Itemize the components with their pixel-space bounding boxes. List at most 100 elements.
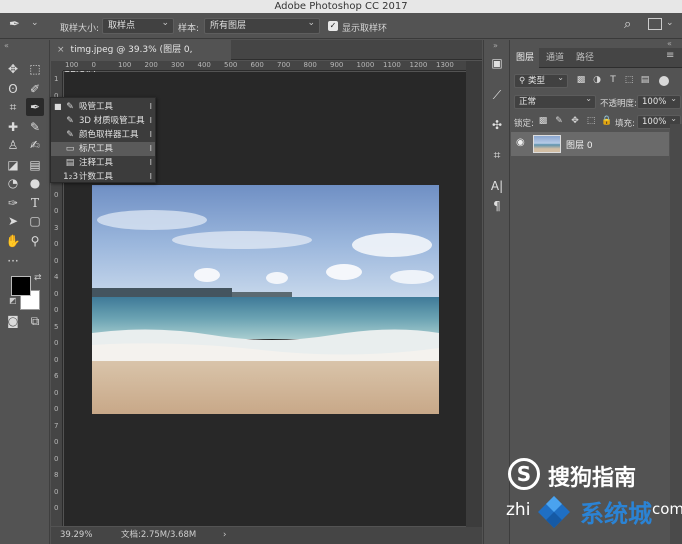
healing-brush-icon[interactable]: ✚ xyxy=(4,118,22,136)
marquee-tool-icon[interactable]: ⬚ xyxy=(26,60,44,78)
zoom-tool-icon[interactable]: ⚲ xyxy=(26,232,44,250)
default-colors-icon[interactable]: ◩ xyxy=(9,296,17,305)
windows-logo-icon xyxy=(534,492,574,532)
clone-stamp-icon[interactable]: ♙ xyxy=(4,136,22,154)
close-icon[interactable]: × xyxy=(57,45,65,55)
move-tool-icon[interactable]: ✥ xyxy=(4,60,22,78)
eyedropper-preset-icon[interactable]: ✒ xyxy=(9,17,20,32)
quick-mask-icon[interactable]: ◙ xyxy=(4,312,22,330)
tab-paths[interactable]: 路径 xyxy=(571,48,599,68)
smart-object-filter-icon[interactable]: ▤ xyxy=(639,75,651,85)
count-icon: 1₂3 xyxy=(63,172,79,182)
character-icon[interactable]: A| xyxy=(488,177,506,195)
puzzle-icon[interactable]: ✣ xyxy=(488,116,506,134)
ruler-tick-label: 0 xyxy=(54,405,59,413)
quick-select-tool-icon[interactable]: ✐ xyxy=(26,80,44,98)
adjustment-filter-icon[interactable]: ◑ xyxy=(591,75,603,85)
gradient-tool-icon[interactable]: ▤ xyxy=(26,156,44,174)
swap-colors-icon[interactable]: ⇄ xyxy=(34,273,42,283)
lock-transparent-icon[interactable]: ▩ xyxy=(537,116,549,126)
horizontal-ruler[interactable]: 100 0 100 200 300 400 500 600 700 800 900 1000 1100 1… xyxy=(63,61,466,71)
ruler-tick-label: 6 xyxy=(54,372,59,380)
panel-scrollbar[interactable] xyxy=(670,124,682,544)
color-sampler-icon: ✎ xyxy=(66,130,74,140)
search-icon: ⚲ xyxy=(519,76,528,86)
tab-layers[interactable]: 图层 xyxy=(511,48,540,68)
tab-channels[interactable]: 通道 xyxy=(541,48,569,68)
paragraph-icon[interactable]: ¶ xyxy=(488,197,506,215)
filter-toggle-icon[interactable] xyxy=(659,76,669,86)
search-icon[interactable]: ⌕ xyxy=(624,17,631,32)
crop-panel-icon[interactable]: ⌗ xyxy=(488,146,506,164)
chevron-down-icon[interactable]: ⌄ xyxy=(31,18,39,28)
panel-menu-icon[interactable]: ≡ xyxy=(666,50,674,61)
blend-mode-dropdown[interactable]: 正常 xyxy=(514,93,596,109)
ruler-tick-label: 0 xyxy=(54,207,59,215)
ruler-tick-label: 0 xyxy=(91,61,96,69)
type-filter-icon[interactable]: T xyxy=(607,75,619,85)
window-title: Adobe Photoshop CC 2017 xyxy=(0,0,682,13)
visibility-eye-icon[interactable]: ◉ xyxy=(516,137,525,148)
lock-position-icon[interactable]: ✥ xyxy=(569,116,581,126)
lock-artboard-icon[interactable]: ⬚ xyxy=(585,116,597,126)
layer-name[interactable]: 图层 0 xyxy=(566,138,593,151)
status-menu-icon[interactable]: › xyxy=(223,527,226,544)
blur-tool-icon[interactable]: ◔ xyxy=(4,174,22,192)
watermark-brand: 系统城 xyxy=(580,500,652,528)
flyout-item[interactable]: ✎ 颜色取样器工具 I xyxy=(51,128,155,142)
hand-tool-icon[interactable]: ✋ xyxy=(4,232,22,250)
collapse-icon[interactable]: « xyxy=(4,41,9,50)
ruler-tick-label: 1100 xyxy=(383,61,401,69)
ruler-tick-label: 7 xyxy=(54,421,59,430)
zoom-level[interactable]: 39.29% xyxy=(60,527,92,544)
ruler-tick-label: 0 xyxy=(54,306,59,314)
collapse-icon[interactable]: « xyxy=(667,39,672,48)
document-tab[interactable]: ×timg.jpeg @ 39.3% (图层 0, RGB/8#) * xyxy=(51,40,231,75)
tools-panel: « ✥ ⬚ ʘ ✐ ⌗ ✒ ✚ ✎ ♙ ✍ ◪ ▤ ◔ ● ✑ T ➤ ▢ ✋ … xyxy=(0,40,50,544)
lasso-tool-icon[interactable]: ʘ xyxy=(4,80,22,98)
workspace-chevron-icon[interactable]: ⌄ xyxy=(666,18,674,28)
eyedropper-tool-icon[interactable]: ✒ xyxy=(26,98,44,116)
watermark-url-prefix: zhi xyxy=(506,500,531,520)
flyout-item[interactable]: 1₂3 计数工具 I xyxy=(51,170,155,184)
eraser-tool-icon[interactable]: ◪ xyxy=(4,156,22,174)
ruler-tick-label: 8 xyxy=(54,471,59,479)
flyout-item[interactable]: ✎ 3D 材质吸管工具 I xyxy=(51,114,155,128)
libraries-icon[interactable]: ▣ xyxy=(488,54,506,72)
flyout-item[interactable]: ▭ 标尺工具 I xyxy=(51,142,155,156)
layer-filter-dropdown[interactable]: ⚲ 类型 xyxy=(514,72,568,88)
sogou-watermark: S 搜狗指南 xyxy=(506,456,666,496)
beach-photo[interactable] xyxy=(92,185,439,414)
vertical-scrollbar[interactable] xyxy=(466,61,482,527)
sample-size-dropdown[interactable]: 取样点 xyxy=(102,16,174,34)
layer-row[interactable]: ◉ 图层 0 xyxy=(511,132,669,156)
xitongcheng-watermark: zhi 系统城 com xyxy=(506,492,682,534)
pixel-filter-icon[interactable]: ▩ xyxy=(575,75,587,85)
lock-image-icon[interactable]: ✎ xyxy=(553,116,565,126)
options-bar: ✒ ⌄ 取样大小: 取样点 样本: 所有图层 ✓ 显示取样环 ⌕ ⌄ xyxy=(0,13,682,39)
dodge-tool-icon[interactable]: ● xyxy=(26,174,44,192)
adjustments-icon[interactable]: ⟋ xyxy=(488,86,506,104)
flyout-item[interactable]: ■ ✎ 吸管工具 I xyxy=(51,100,155,114)
opacity-input[interactable]: 100% xyxy=(637,93,681,109)
more-tools-icon[interactable]: ··· xyxy=(4,252,22,270)
ruler-tick-label: 0 xyxy=(54,438,59,446)
shape-filter-icon[interactable]: ⬚ xyxy=(623,75,635,85)
screen-mode-icon[interactable]: ⧉ xyxy=(26,312,44,330)
sample-dropdown[interactable]: 所有图层 xyxy=(204,16,320,34)
collapse-icon[interactable]: » xyxy=(493,41,498,50)
shape-tool-icon[interactable]: ▢ xyxy=(26,212,44,230)
flyout-item[interactable]: ▤ 注释工具 I xyxy=(51,156,155,170)
eyedropper-icon: ✎ xyxy=(66,102,74,112)
pen-tool-icon[interactable]: ✑ xyxy=(4,194,22,212)
path-select-icon[interactable]: ➤ xyxy=(4,212,22,230)
lock-all-icon[interactable]: 🔒 xyxy=(601,116,613,126)
workspace-icon[interactable] xyxy=(648,18,662,30)
history-brush-icon[interactable]: ✍ xyxy=(26,136,44,154)
crop-tool-icon[interactable]: ⌗ xyxy=(4,98,22,116)
foreground-color-swatch[interactable] xyxy=(11,276,31,296)
type-tool-icon[interactable]: T xyxy=(26,194,44,212)
show-ring-checkbox[interactable]: ✓ xyxy=(328,21,338,31)
ruler-tick-label: 1300 xyxy=(436,61,454,69)
brush-tool-icon[interactable]: ✎ xyxy=(26,118,44,136)
